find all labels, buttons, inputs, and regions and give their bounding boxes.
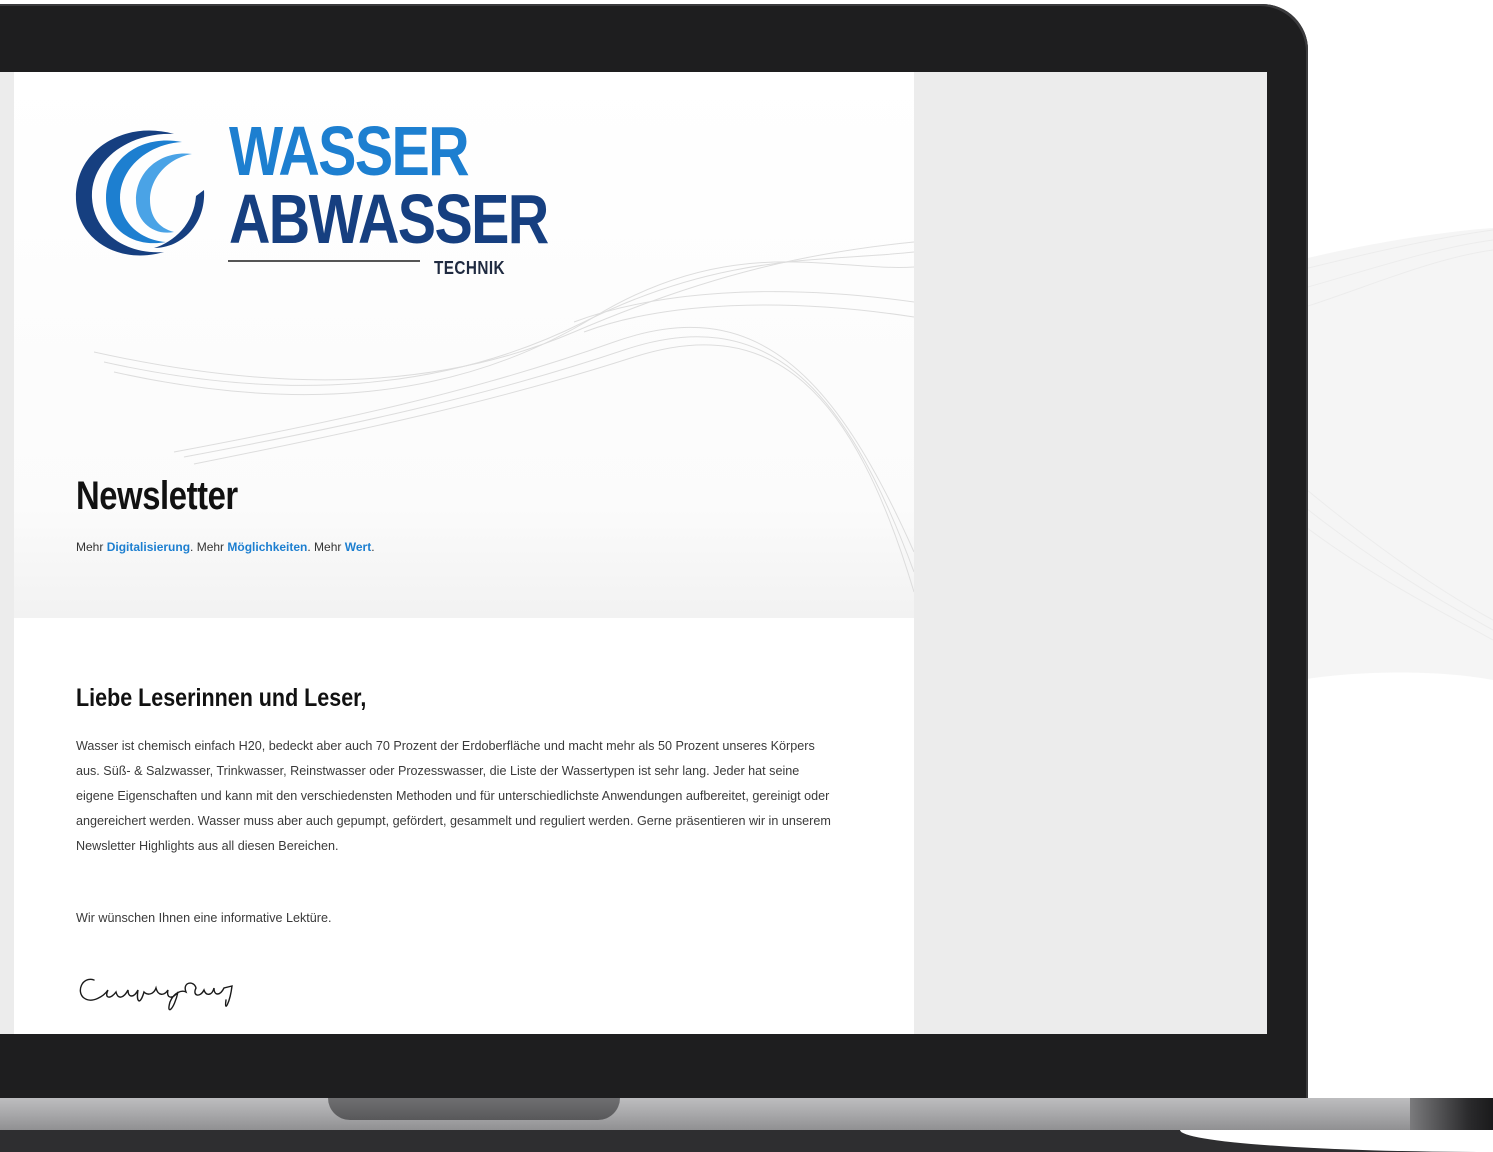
tagline-text: . Mehr [307,540,345,554]
letter-body: Wasser ist chemisch einfach H20, bedeckt… [76,739,831,853]
tagline-text: . Mehr [190,540,228,554]
tagline-text: Mehr [76,540,107,554]
logo-swirl-icon [75,130,205,256]
tagline-highlight-moeglichkeiten: Möglichkeiten [227,540,308,554]
tagline-text: . [371,540,375,554]
newsletter-document[interactable]: WASSER ABWASSER TECHNIK Newsletter Mehr … [14,72,914,1034]
handwritten-signature [79,978,233,1011]
laptop-base [0,1098,1493,1132]
logo-text-technik: TECHNIK [434,258,505,278]
logo-text-wasser: WASSER [229,112,470,190]
tagline-highlight-wert: Wert [344,540,372,554]
logo-divider [228,260,420,262]
newsletter-tagline: Mehr Digitalisierung. Mehr Möglichkeiten… [76,540,375,554]
laptop-screen: WASSER ABWASSER TECHNIK Newsletter Mehr … [0,72,1267,1034]
laptop-base-edge [1410,1098,1493,1132]
tagline-highlight-digitalisierung: Digitalisierung [106,540,191,554]
logo-text-abwasser: ABWASSER [229,180,549,258]
letter-closing: Wir wünschen Ihnen eine informative Lekt… [76,911,332,925]
letter-greeting: Liebe Leserinnen und Leser, [76,684,367,712]
laptop-hinge-notch [328,1098,620,1120]
newsletter-header: WASSER ABWASSER TECHNIK Newsletter Mehr … [14,72,914,618]
newsletter-title: Newsletter [76,474,238,518]
